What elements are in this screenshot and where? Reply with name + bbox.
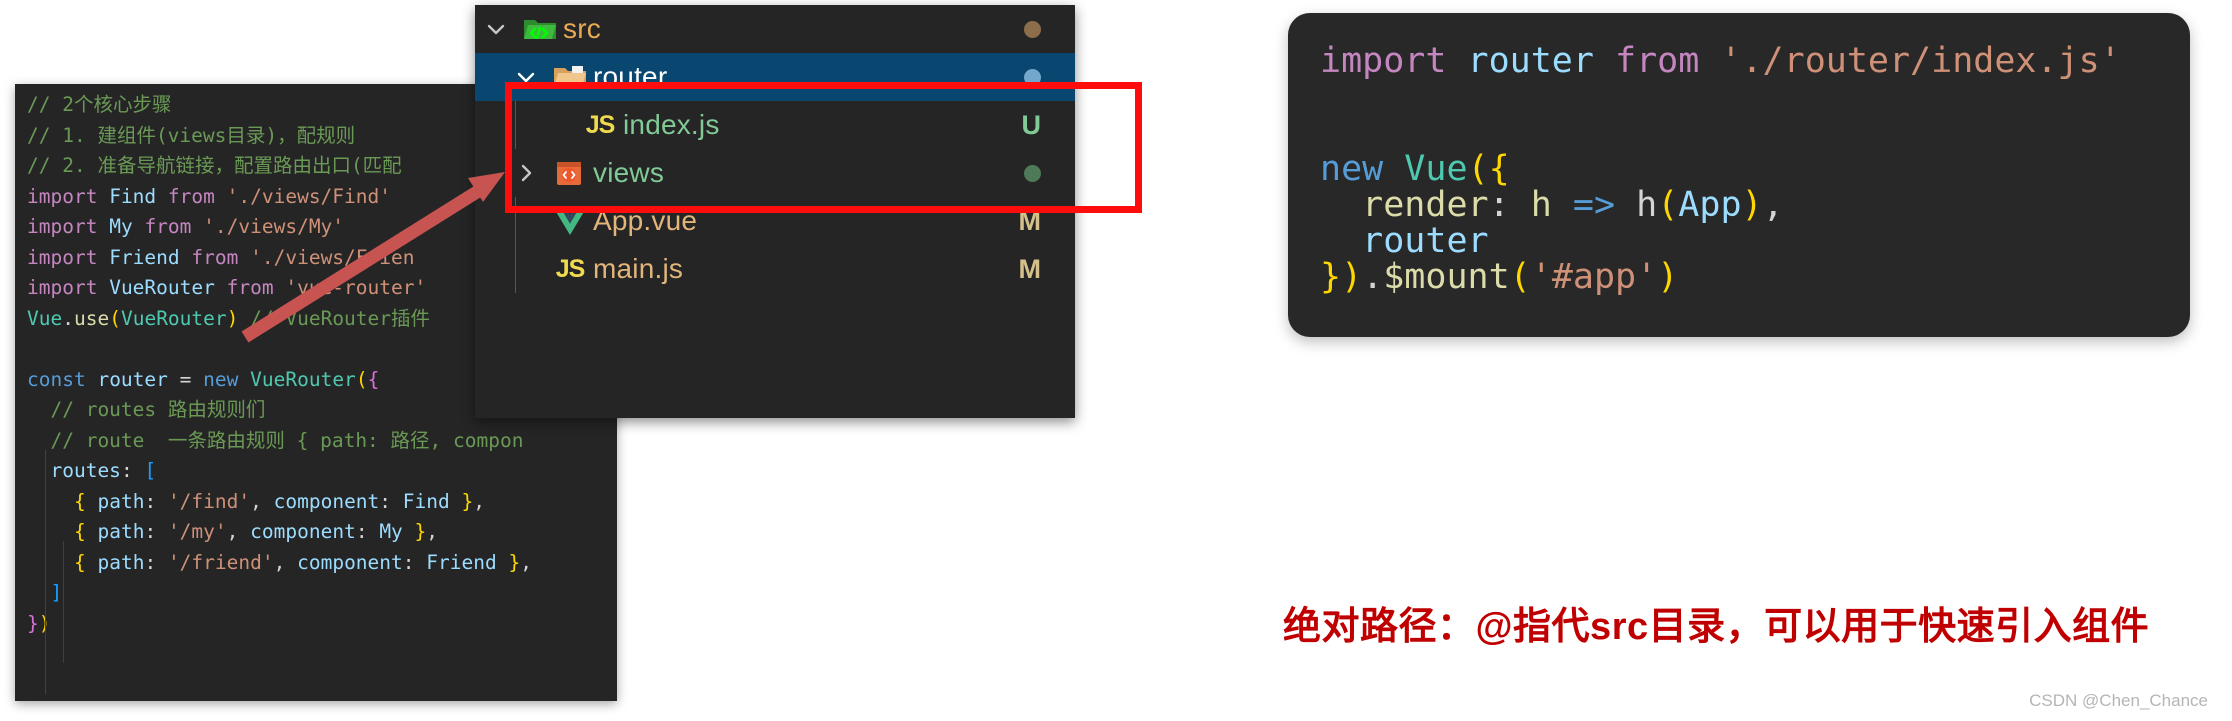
vue-file-icon xyxy=(547,206,593,236)
js-file-icon: JS xyxy=(585,110,616,139)
code-line: { path: '/friend', component: Friend }, xyxy=(73,550,532,574)
tree-label: src xyxy=(563,13,601,44)
right-code-editor[interactable]: import router from './router/index.js' n… xyxy=(1288,13,2190,337)
tree-row-views[interactable]: views xyxy=(475,149,1075,197)
chevron-down-icon[interactable] xyxy=(475,17,517,41)
code-line: routes: [ xyxy=(50,459,157,482)
tree-row-router[interactable]: router xyxy=(475,53,1075,101)
code-line: render: h => h(App), xyxy=(1362,185,1784,225)
tree-row-src[interactable]: src xyxy=(475,5,1075,53)
status-dot xyxy=(1024,20,1041,38)
status-badge: M xyxy=(1018,253,1042,284)
tree-row-app-vue[interactable]: App.vue M xyxy=(475,197,1075,245)
tree-label: main.js xyxy=(593,253,684,284)
code-line: import router from './router/index.js' xyxy=(1320,41,2121,81)
code-line: new Vue({ xyxy=(1320,149,1510,189)
code-token-comment: // 2. 准备导航链接，配置路由出口(匹配 xyxy=(27,154,402,177)
code-token-comment: // routes 路由规则们 xyxy=(27,398,266,421)
tree-row-main-js[interactable]: JS main.js M xyxy=(475,245,1075,293)
code-line: { path: '/find', component: Find }, xyxy=(73,489,486,513)
code-token-comment: // route 一条路由规则 { path: 路径, compon xyxy=(27,428,524,452)
folder-src-open-icon xyxy=(517,14,563,44)
status-dot xyxy=(1024,68,1041,86)
annotation-note-text: 绝对路径：@指代src目录，可以用于快速引入组件 xyxy=(1283,606,2150,648)
chevron-down-icon[interactable] xyxy=(505,65,547,89)
indent-guide xyxy=(63,541,64,663)
status-badge: U xyxy=(1021,109,1042,140)
indent-guide xyxy=(515,101,516,149)
watermark-text: CSDN @Chen_Chance xyxy=(2029,691,2208,710)
code-line: { path: '/my', component: My }, xyxy=(73,520,439,543)
chevron-right-icon[interactable] xyxy=(505,161,547,185)
folder-views-icon xyxy=(547,157,593,189)
js-file-icon: JS xyxy=(555,254,586,283)
code-line: router xyxy=(1362,221,1489,261)
code-token-comment: // 1. 建组件(views目录)，配规则 xyxy=(27,123,356,147)
indent-guide xyxy=(515,245,516,293)
code-line: // route 一条路由规则 { path: 路径, compon xyxy=(15,426,617,457)
tree-label: App.vue xyxy=(593,205,698,236)
code-token-comment: // 2个核心步骤 xyxy=(27,93,172,116)
tree-label: views xyxy=(593,157,665,188)
indent-guide xyxy=(515,197,516,245)
tree-label: index.js xyxy=(623,109,720,140)
status-dot xyxy=(1024,164,1041,182)
tree-label: router xyxy=(593,61,668,92)
file-explorer-panel[interactable]: src router JS index.js U views App.vue M… xyxy=(475,5,1075,418)
code-line: }) xyxy=(27,611,51,635)
tree-row-index-js[interactable]: JS index.js U xyxy=(475,101,1075,149)
status-badge: M xyxy=(1018,205,1042,236)
folder-open-icon xyxy=(547,62,593,92)
indent-guide xyxy=(45,450,46,694)
code-line: }).$mount('#app') xyxy=(1320,257,1679,297)
code-line: ] xyxy=(50,581,63,604)
